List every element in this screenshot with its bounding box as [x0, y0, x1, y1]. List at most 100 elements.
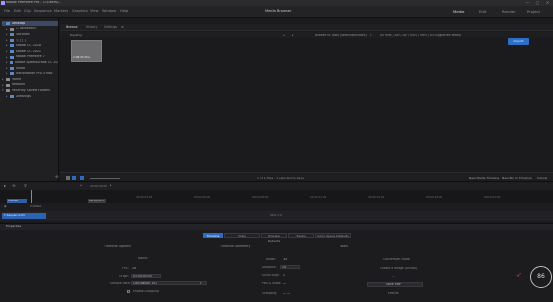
notification-badge[interactable]: 86 — [530, 266, 552, 288]
ruler-tick: 00:00:18:00 — [426, 196, 443, 199]
tab-browse[interactable]: Browse — [66, 25, 78, 29]
list-view-icon[interactable] — [66, 176, 70, 180]
seg-video[interactable]: Video — [224, 233, 260, 238]
tree-item[interactable]: ▸ C: Windows7 — [2, 27, 58, 32]
timeline-step-back-icon[interactable]: ◂ — [80, 184, 82, 187]
ruler-tick: 00:00:06:00 — [194, 196, 211, 199]
section-timeline-options: Timeline Options — [104, 245, 131, 248]
tree-item[interactable]: ▸ Libraries — [2, 32, 58, 37]
menu-window[interactable]: Window — [102, 9, 116, 14]
pan-scale-value[interactable]: — — [283, 282, 286, 285]
grid-view-icon[interactable] — [72, 176, 76, 180]
tree-item[interactable]: ▸ Home — [2, 77, 58, 82]
timeline-zoom-icon[interactable]: ⚲ — [24, 184, 27, 188]
folder-icon — [10, 33, 14, 37]
track-v1[interactable] — [0, 203, 553, 211]
tree-item[interactable]: ▸ Network — [2, 83, 58, 88]
scroll-step-value[interactable]: 1 — [283, 274, 285, 277]
seg-preview-defaults[interactable]: Preview Defaults — [261, 233, 287, 243]
forward-icon[interactable]: ▸ — [292, 34, 294, 37]
enable-dropping-checkbox[interactable] — [127, 290, 130, 293]
workspace-project[interactable]: Project — [527, 10, 540, 14]
tree-item[interactable]: ▸ Adobe CC 2021 — [2, 49, 58, 54]
seg-color-space[interactable]: Color Space Defaults — [315, 233, 351, 238]
folder-icon — [6, 89, 10, 93]
tree-item[interactable]: ▸ photo — [2, 66, 58, 71]
scroll-step-label: Scroll Step: — [262, 274, 280, 277]
new-media-timeline-button[interactable]: New Media Timeline — [469, 177, 499, 180]
workspace-media[interactable]: Media — [453, 10, 464, 14]
selected-sequence-label: 1 Sequence 01 — [4, 214, 25, 217]
tree-item-label: Adobe SpeedGrade CC 2014 — [14, 61, 58, 65]
path-bar — [60, 32, 553, 38]
tab-history[interactable]: History — [86, 25, 97, 29]
menu-view[interactable]: View — [90, 9, 99, 14]
reload-icon[interactable]: ⟲ — [55, 175, 58, 179]
tree-item-label: Home — [11, 77, 22, 81]
tree-item-label: Adobe CC 2018 — [15, 44, 42, 48]
back-icon[interactable]: ◂ — [283, 34, 285, 37]
tree-item[interactable]: ▸ Adobe Premiere 7 — [2, 55, 58, 60]
tree-item[interactable]: ▸ Drawings — [2, 94, 58, 99]
menu-edit[interactable]: Edit — [14, 9, 21, 14]
ruler-tick: 00:00:12:00 — [310, 196, 327, 199]
grouping-value[interactable]: — — — [283, 292, 290, 295]
folder-icon — [10, 72, 14, 76]
timeline-ruler[interactable] — [0, 190, 553, 203]
seg-tracks[interactable]: Tracks — [288, 233, 314, 238]
media-browser-panel — [60, 18, 553, 181]
fps-value[interactable]: 24 — [132, 267, 136, 270]
menu-sequence[interactable]: Sequence — [34, 9, 52, 14]
conversion-line-1: Create a Image (Artists) — [380, 267, 418, 270]
chevron-down-icon[interactable]: ▾ — [370, 34, 372, 37]
thumbnail-size-slider[interactable] — [90, 178, 120, 179]
timeline-loop-icon[interactable]: ⟲ — [12, 184, 15, 188]
tree-item[interactable]: ▸ Adobe SpeedGrade CC 2014 — [2, 60, 58, 65]
folder-icon — [10, 94, 14, 98]
tree-item[interactable]: ▾ Desktop — [2, 21, 58, 26]
import-button[interactable]: Import — [508, 38, 529, 45]
folder-icon — [6, 22, 10, 25]
menu-markers[interactable]: Markers — [54, 9, 68, 14]
tree-item[interactable]: ▸ Adobe CC 2018 — [2, 43, 58, 48]
width-label: Width: — [266, 258, 277, 261]
new-bin-button[interactable]: New Bin in Timeline — [502, 177, 532, 180]
tab-properties[interactable]: Properties — [6, 225, 21, 228]
eye-icon[interactable]: ◉ — [4, 205, 7, 208]
cancel-button[interactable]: Cancel — [537, 177, 547, 180]
panel-menu-icon[interactable]: ≡ — [121, 25, 124, 29]
folder-icon — [10, 66, 14, 70]
timeline-play-icon[interactable]: ▸ — [4, 184, 6, 188]
menu-graphics[interactable]: Graphics — [72, 9, 88, 14]
workspace-edit[interactable]: Edit — [479, 10, 486, 14]
workspace-render[interactable]: Render — [502, 10, 516, 14]
conversion-line-2: — — [392, 275, 396, 278]
menu-clip[interactable]: Clip — [24, 9, 31, 14]
sample-rate-value: Calculation 1x1 — [133, 282, 158, 285]
folder-icon — [6, 78, 10, 81]
tab-settings[interactable]: Settings — [104, 25, 117, 29]
folder-icon — [10, 27, 14, 31]
timeline-step-fwd-icon[interactable]: ▸ — [110, 184, 112, 187]
distance-label: Distance: — [262, 266, 277, 269]
file-type-filter[interactable]: All Files / AVI / DV / MOV / MP4 / All S… — [380, 34, 461, 37]
properties-tab-bar — [0, 223, 553, 230]
save-xmp-button[interactable]: Save XMP — [386, 283, 401, 286]
menu-help[interactable]: Help — [120, 9, 128, 14]
panel-title: Media Browser — [265, 9, 292, 13]
chevron-down-icon[interactable]: ▾ — [200, 282, 202, 285]
status-text: 1 of 1 Files - 1 selected to Save — [257, 177, 304, 180]
enable-dropping-label: Enable Dropping — [133, 290, 159, 293]
folder-icon — [10, 50, 14, 53]
timeline-toolbar — [0, 181, 553, 190]
tree-item[interactable]: ▸ TransMotion Pro 4 Mac — [2, 71, 58, 76]
seg-timeline[interactable]: Timeline — [203, 233, 223, 238]
tree-item-label: Desktop — [11, 21, 26, 25]
menu-file[interactable]: File — [4, 9, 10, 14]
tree-item[interactable]: ▾ Recently Saved Folders — [2, 88, 58, 93]
icon-view-icon[interactable] — [80, 176, 84, 180]
clip-block-label: Untitled — [8, 199, 19, 202]
tree-item[interactable]: ▸ I [ ] [ ] — [2, 38, 58, 43]
path-field[interactable]: Browse to Tools (selectWithState) — [315, 34, 367, 37]
width-value[interactable]: 33 — [283, 258, 287, 261]
